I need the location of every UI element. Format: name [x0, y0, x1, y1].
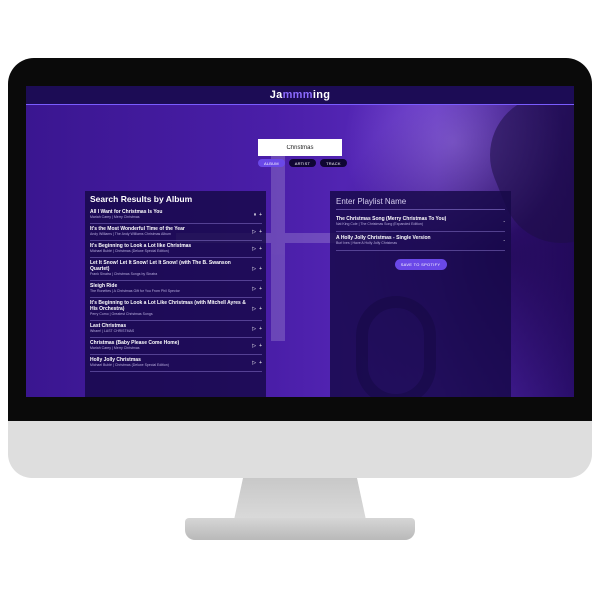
track-actions: ▷ +: [252, 229, 262, 235]
track-info: It's Beginning to Look a Lot like Christ…: [90, 243, 248, 254]
play-icon[interactable]: ▷: [252, 326, 256, 332]
track-artist-album: Perry Como | Greatest Christmas Songs: [90, 312, 153, 316]
track-info: It's Beginning to Look a Lot Like Christ…: [90, 300, 248, 317]
results-track-row[interactable]: It's Beginning to Look a Lot Like Christ…: [90, 298, 262, 321]
playlist-track-row[interactable]: The Christmas Song (Merry Christmas To Y…: [336, 213, 505, 232]
track-info: Let It Snow! Let It Snow! Let It Snow! (…: [90, 260, 248, 277]
save-to-spotify-button[interactable]: SAVE TO SPOTIFY: [394, 259, 447, 270]
add-track-icon[interactable]: +: [259, 343, 262, 349]
playlist-track-list: The Christmas Song (Merry Christmas To Y…: [336, 213, 505, 251]
app-logo: Jammming: [269, 89, 331, 101]
add-track-icon[interactable]: +: [259, 229, 262, 235]
results-track-row[interactable]: All I Want for Christmas Is You Mariah Ca…: [90, 207, 262, 224]
remove-track-icon[interactable]: -: [503, 238, 505, 244]
monitor-stand-neck: [234, 478, 366, 520]
search-results-title: Search Results by Album: [90, 194, 193, 204]
play-icon[interactable]: ▷: [252, 266, 256, 272]
track-artist-album: The Ronettes | A Christmas Gift for You …: [90, 289, 180, 293]
track-info: The Christmas Song (Merry Christmas To Y…: [336, 216, 499, 227]
monitor-stand-base: [185, 518, 415, 540]
add-track-icon[interactable]: +: [259, 246, 262, 252]
results-track-row[interactable]: Sleigh Ride The Ronettes | A Christmas Gi…: [90, 281, 262, 298]
track-info: Last Christmas Wham! | LAST CHRISTMAS: [90, 323, 248, 334]
track-artist-album: Burl Ives | Have A Holly Jolly Christmas: [336, 241, 398, 245]
play-icon[interactable]: ▷: [252, 246, 256, 252]
track-actions: ▷ +: [252, 306, 262, 312]
search-input[interactable]: [258, 139, 342, 156]
play-icon[interactable]: ▷: [252, 360, 256, 366]
search-results-list: All I Want for Christmas Is You Mariah Ca…: [90, 207, 262, 372]
track-actions: -: [503, 219, 505, 225]
track-info: Sleigh Ride The Ronettes | A Christmas Gi…: [90, 283, 248, 294]
results-track-row[interactable]: Last Christmas Wham! | LAST CHRISTMAS ▷ +: [90, 321, 262, 338]
track-name: It's Beginning to Look a Lot Like Christ…: [90, 300, 246, 312]
playlist-panel: Enter Playlist Name The Christmas Song (…: [330, 191, 511, 397]
track-actions: ▷ +: [252, 286, 262, 292]
play-icon[interactable]: ▷: [252, 343, 256, 349]
pause-icon[interactable]: ⏸: [254, 212, 257, 218]
play-icon[interactable]: ▷: [252, 229, 256, 235]
results-track-row[interactable]: It's the Most Wonderful Time of the Year…: [90, 224, 262, 241]
play-icon[interactable]: ▷: [252, 306, 256, 312]
track-info: A Holly Jolly Christmas - Single Version…: [336, 235, 499, 246]
monitor-chin: [8, 421, 592, 478]
track-actions: ▷ +: [252, 266, 262, 272]
track-actions: ▷ +: [252, 326, 262, 332]
track-artist-album: Mariah Carey | Merry Christmas: [90, 346, 140, 350]
track-info: Holly Jolly Christmas Michael Bublé | Chr…: [90, 357, 248, 368]
results-track-row[interactable]: Let It Snow! Let It Snow! Let It Snow! (…: [90, 258, 262, 281]
track-actions: ▷ +: [252, 246, 262, 252]
add-track-icon[interactable]: +: [259, 266, 262, 272]
remove-track-icon[interactable]: -: [503, 219, 505, 225]
track-artist-album: Michael Bublé | Christmas (Deluxe Specia…: [90, 249, 169, 253]
track-artist-album: Nat King Cole | The Christmas Song (Expa…: [336, 222, 424, 226]
app-screen: Jammming ALBUM ARTIST TRACK Search Resul…: [26, 86, 574, 397]
search-results-panel: Search Results by Album All I Want for C…: [85, 191, 266, 397]
track-actions: ⏸ +: [254, 212, 262, 218]
track-info: It's the Most Wonderful Time of the Year…: [90, 226, 248, 237]
add-track-icon[interactable]: +: [259, 212, 262, 218]
results-track-row[interactable]: Christmas (Baby Please Come Home) Mariah …: [90, 338, 262, 355]
add-track-icon[interactable]: +: [259, 286, 262, 292]
track-artist-album: Andy Williams | The Andy Williams Christ…: [90, 232, 171, 236]
results-track-row[interactable]: It's Beginning to Look a Lot like Christ…: [90, 241, 262, 258]
search-type-album-button[interactable]: ALBUM: [258, 159, 285, 167]
track-artist-album: Michael Bublé | Christmas (Deluxe Specia…: [90, 363, 169, 367]
results-track-row[interactable]: Holly Jolly Christmas Michael Bublé | Chr…: [90, 355, 262, 372]
add-track-icon[interactable]: +: [259, 306, 262, 312]
add-track-icon[interactable]: +: [259, 360, 262, 366]
track-name: Let It Snow! Let It Snow! Let It Snow! (…: [90, 260, 231, 272]
playlist-name-input[interactable]: Enter Playlist Name: [336, 197, 505, 210]
playlist-track-row[interactable]: A Holly Jolly Christmas - Single Version…: [336, 232, 505, 251]
track-artist-album: Frank Sinatra | Christmas Songs by Sinat…: [90, 272, 158, 276]
app-header: Jammming: [26, 86, 574, 105]
search-type-selector: ALBUM ARTIST TRACK: [258, 159, 347, 167]
track-actions: ▷ +: [252, 360, 262, 366]
play-icon[interactable]: ▷: [252, 286, 256, 292]
track-actions: -: [503, 238, 505, 244]
track-actions: ▷ +: [252, 343, 262, 349]
track-artist-album: Wham! | LAST CHRISTMAS: [90, 329, 135, 333]
track-info: All I Want for Christmas Is You Mariah Ca…: [90, 209, 250, 220]
add-track-icon[interactable]: +: [259, 326, 262, 332]
track-artist-album: Mariah Carey | Merry Christmas: [90, 215, 140, 219]
track-info: Christmas (Baby Please Come Home) Mariah …: [90, 340, 248, 351]
search-type-track-button[interactable]: TRACK: [320, 159, 347, 167]
search-type-artist-button[interactable]: ARTIST: [288, 159, 317, 167]
